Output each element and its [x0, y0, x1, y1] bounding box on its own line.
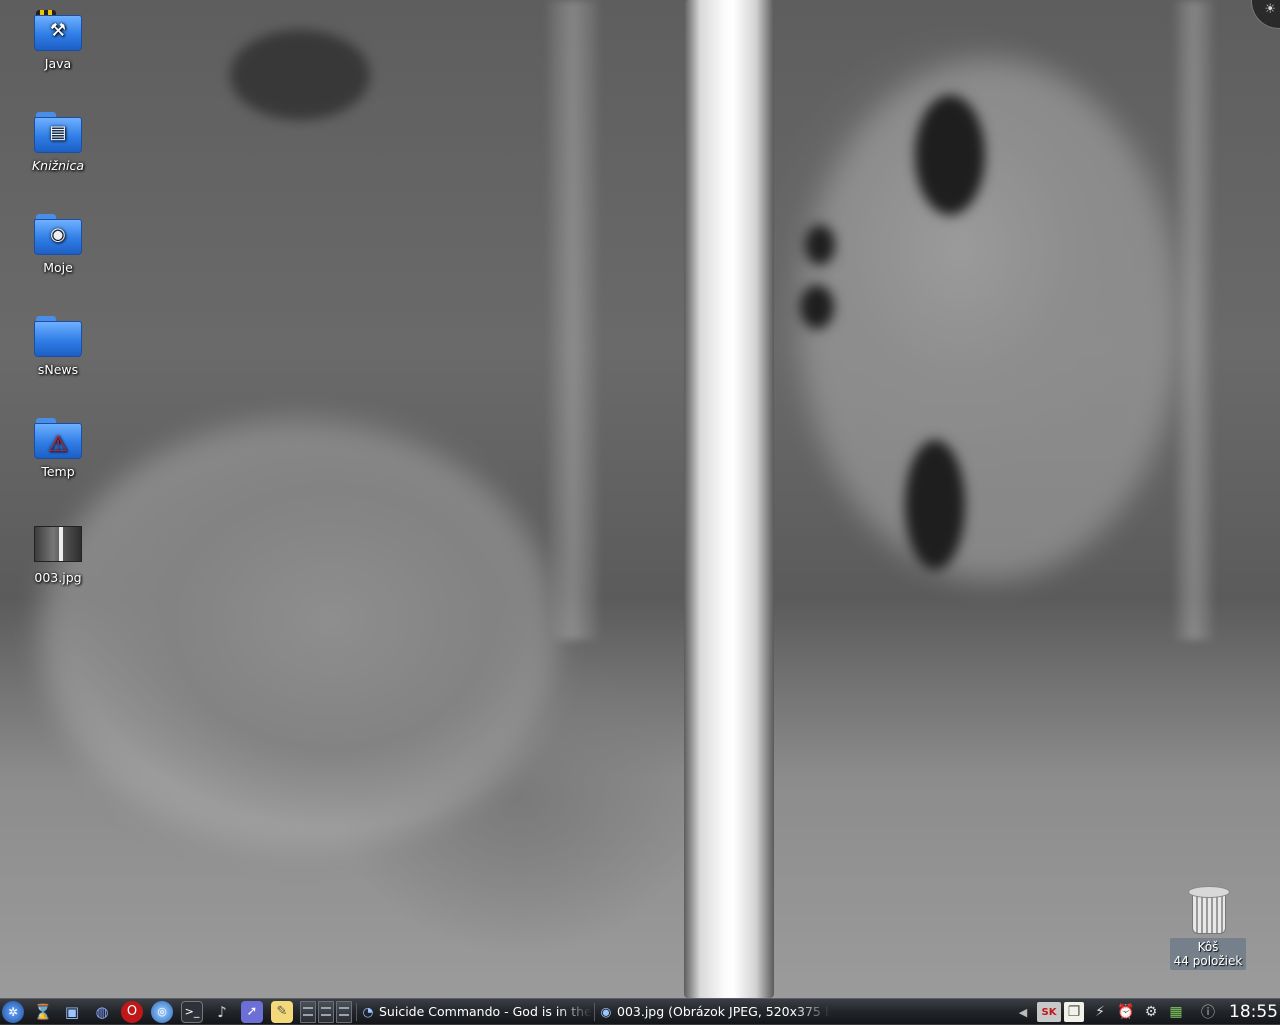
task-button-music[interactable]: ◔ Suicide Commando - God is in the R	[360, 1001, 592, 1023]
hourglass-icon: ⌛	[33, 1003, 53, 1021]
clipboard-tray-icon[interactable]: ❐	[1064, 1002, 1084, 1022]
music-app-icon: ◔	[362, 1004, 374, 1019]
desktop-icon-snews[interactable]: sNews	[13, 316, 103, 377]
browser-app-icon: ◉	[600, 1004, 612, 1019]
desktop-icon-trash[interactable]: Kôš 44 položiek	[1170, 886, 1246, 970]
terminal-icon: >_	[184, 1005, 200, 1018]
desktop-icon-java[interactable]: ⚒ Java	[13, 10, 103, 71]
home-folder-icon: ◉	[34, 214, 82, 256]
pager-desktop-3[interactable]	[336, 1001, 352, 1023]
desktop-icon-temp[interactable]: ⚠ Temp	[13, 418, 103, 479]
trash-icon	[1188, 886, 1230, 934]
hourglass-launcher[interactable]: ⌛	[32, 1001, 54, 1023]
opera-icon: O	[126, 1004, 138, 1019]
temp-folder-icon: ⚠	[34, 418, 82, 460]
image-thumbnail-icon	[34, 526, 82, 562]
trash-label: Kôš 44 položiek	[1170, 938, 1246, 970]
desktop-icon-003-jpg[interactable]: 003.jpg	[13, 526, 103, 585]
desktop-icon-label: Knižnica	[31, 158, 85, 173]
terminal-launcher[interactable]: >_	[181, 1001, 203, 1023]
network-tray-icon[interactable]: ⚡	[1090, 1002, 1110, 1022]
taskbar: ✲ ⌛ ▣ ◍ O ◎ >_ ♪ ➚ ✎ ◔ Suicide Commando -…	[0, 998, 1280, 1024]
keyboard-layout-label: SK	[1041, 1006, 1057, 1018]
network-globe-icon: ◎	[157, 1005, 167, 1018]
opera-launcher[interactable]: O	[121, 1001, 143, 1023]
kmenu-icon: ✲	[7, 1005, 19, 1019]
task-title: Suicide Commando - God is in the R	[379, 1004, 592, 1019]
java-folder-icon: ⚒	[34, 10, 82, 52]
trash-title: Kôš	[1197, 940, 1219, 954]
panel-separator	[594, 1003, 595, 1021]
desktop-icon-kniznica[interactable]: ▤ Knižnica	[13, 112, 103, 173]
notes-launcher[interactable]: ✎	[271, 1001, 293, 1023]
keyboard-layout-indicator[interactable]: SK	[1037, 1002, 1061, 1022]
desktop-icon-label: 003.jpg	[34, 570, 82, 585]
kmenu-button[interactable]: ✲	[2, 1001, 24, 1023]
task-title: 003.jpg (Obrázok JPEG, 520x375 bo	[617, 1004, 830, 1019]
music-player-icon: ♪	[217, 1003, 227, 1021]
settings-tray-icon[interactable]: ⚙	[1141, 1002, 1161, 1022]
folder-icon	[34, 316, 82, 358]
desktop-icon-label: Temp	[41, 464, 75, 479]
tray-collapse-arrow-icon[interactable]: ◀	[1013, 1002, 1033, 1022]
notes-icon: ✎	[276, 1004, 288, 1019]
desktop-pager[interactable]	[300, 1001, 352, 1023]
alarm-clock-tray-icon[interactable]: ⏰	[1116, 1002, 1136, 1022]
desktop-wallpaper: ☀	[0, 0, 1280, 998]
desktop-icon-label: Java	[44, 56, 72, 71]
browser-globe-icon: ◍	[95, 1003, 109, 1021]
screenshot-tool-icon: ➚	[246, 1004, 258, 1019]
panel-clock[interactable]: 18:55	[1229, 999, 1278, 1025]
info-tray-icon[interactable]: ⓘ	[1198, 1002, 1218, 1022]
desktop-icon-label: sNews	[37, 362, 79, 377]
file-manager-launcher[interactable]: ▣	[61, 1001, 83, 1023]
desktop-icon-moje[interactable]: ◉ Moje	[13, 214, 103, 275]
desktop-icon-label: Moje	[43, 260, 73, 275]
pager-desktop-1[interactable]	[300, 1001, 316, 1023]
library-folder-icon: ▤	[34, 112, 82, 154]
task-button-browser[interactable]: ◉ 003.jpg (Obrázok JPEG, 520x375 bo	[598, 1001, 830, 1023]
file-manager-icon: ▣	[64, 1003, 80, 1021]
browser-launcher[interactable]: ◍	[91, 1001, 113, 1023]
trash-count: 44 položiek	[1173, 954, 1243, 968]
corner-menu-button[interactable]: ☀	[1251, 0, 1280, 29]
gear-icon: ☀	[1264, 2, 1276, 17]
panel-separator	[356, 1003, 357, 1021]
screenshot-launcher[interactable]: ➚	[241, 1001, 263, 1023]
pager-desktop-2[interactable]	[318, 1001, 334, 1023]
network-launcher[interactable]: ◎	[151, 1001, 173, 1023]
monitor-tray-icon[interactable]: ▦	[1166, 1002, 1186, 1022]
music-launcher[interactable]: ♪	[211, 1001, 233, 1023]
